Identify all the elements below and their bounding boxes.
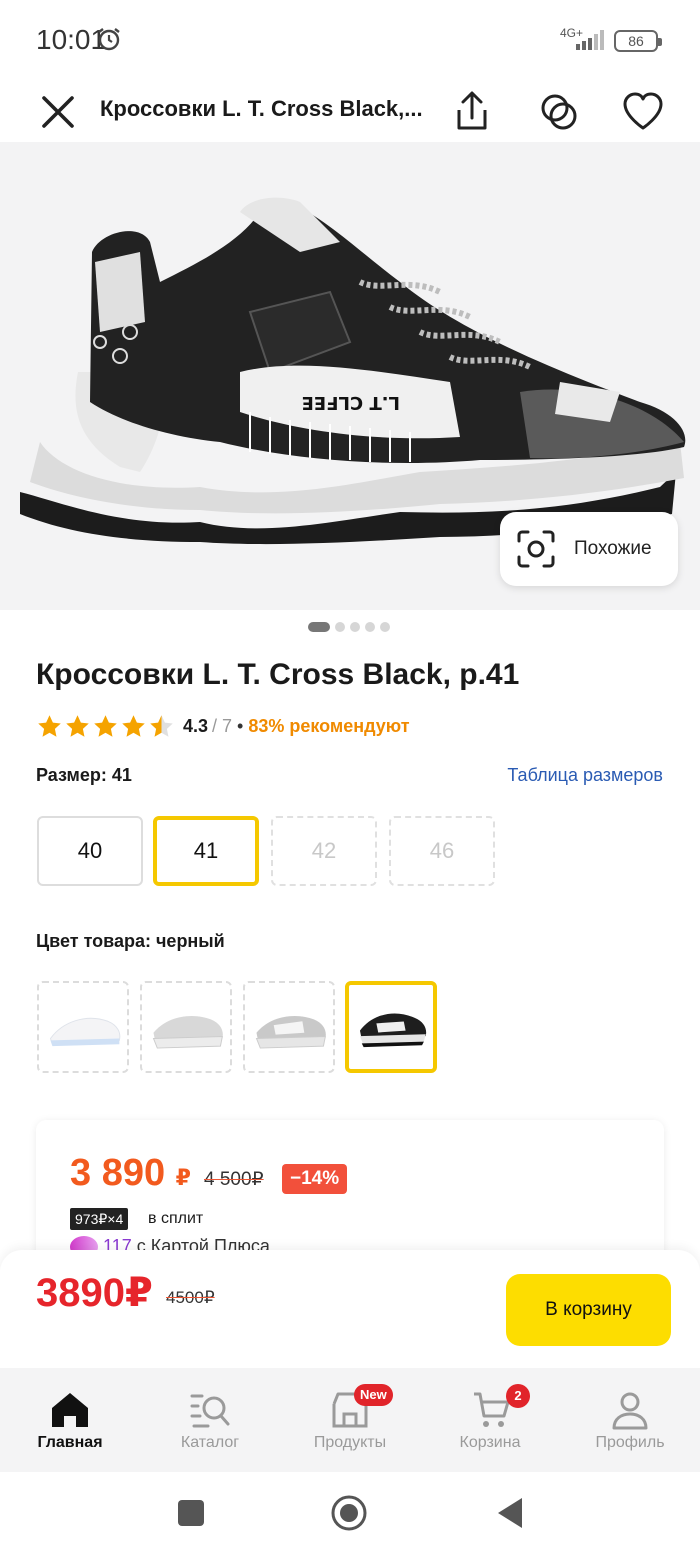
battery-level: 86 <box>628 33 644 49</box>
share-icon[interactable] <box>448 88 496 136</box>
nav-item-home[interactable]: Главная <box>0 1368 140 1472</box>
buy-bar-price: 3890₽ <box>36 1271 153 1315</box>
status-bar: 10:01 4G+ 86 <box>0 0 700 80</box>
size-option-unavailable[interactable]: 42 <box>271 816 377 886</box>
page-title: Кроссовки L. T. Cross Black,... <box>100 96 423 121</box>
bottom-nav: Главная Каталог New Продукты 2 Корзина П… <box>0 1368 700 1472</box>
price-old: 4 500₽ <box>204 1169 264 1190</box>
heart-icon[interactable] <box>619 88 667 136</box>
svg-text:L.T CLFEE: L.T CLFEE <box>302 392 400 413</box>
split-badge[interactable]: 973₽×4 <box>70 1208 129 1230</box>
color-swatch-black[interactable] <box>345 981 437 1073</box>
battery-icon: 86 <box>614 30 662 52</box>
star-icon <box>66 714 89 737</box>
gallery-pagination <box>308 621 390 633</box>
star-half-icon <box>150 714 173 737</box>
price-currency: ₽ <box>175 1165 191 1190</box>
product-gallery[interactable]: L.T CLFEE Похожие <box>0 142 700 610</box>
signal-icon <box>576 30 604 50</box>
buy-bar: 3890₽ 4500₽ В корзину <box>0 1250 700 1368</box>
color-swatch-white[interactable] <box>37 981 129 1073</box>
back-icon[interactable] <box>494 1496 524 1530</box>
pagination-dot[interactable] <box>365 622 375 632</box>
top-bar: Кроссовки L. T. Cross Black,... <box>0 80 700 142</box>
profile-icon <box>612 1392 648 1430</box>
cart-count-badge: 2 <box>506 1384 530 1408</box>
price-main: 3 890 ₽ <box>70 1152 191 1195</box>
pagination-dot[interactable] <box>350 622 360 632</box>
rating-stars <box>36 713 175 740</box>
product-title: Кроссовки L. T. Cross Black, p.41 <box>36 658 520 691</box>
color-label: Цвет товара: черный <box>36 931 225 951</box>
rating-value: 4.3 <box>183 715 209 736</box>
size-label: Размер: 41 <box>36 765 132 785</box>
nav-item-products[interactable]: New Продукты <box>280 1368 420 1472</box>
nav-item-profile[interactable]: Профиль <box>560 1368 700 1472</box>
system-navigation-bar <box>0 1472 700 1556</box>
nav-label: Главная <box>37 1434 103 1451</box>
pagination-dot[interactable] <box>380 622 390 632</box>
close-icon[interactable] <box>36 90 80 134</box>
star-icon <box>38 714 61 737</box>
recents-icon[interactable] <box>176 1498 206 1528</box>
recommend-text: 83% рекомендуют <box>248 715 410 736</box>
nav-label: Корзина <box>459 1434 521 1451</box>
new-badge: New <box>354 1384 393 1406</box>
buy-bar-old-price: 4500₽ <box>166 1288 215 1307</box>
split-text: в сплит <box>148 1210 204 1227</box>
product-rating[interactable]: 4.3 / 7 • 83% рекомендуют <box>36 712 410 740</box>
lens-search-icon <box>517 530 555 568</box>
similar-label: Похожие <box>574 538 652 559</box>
similar-button[interactable]: Похожие <box>500 512 678 586</box>
nav-label: Каталог <box>180 1434 240 1451</box>
catalog-search-icon <box>190 1394 230 1428</box>
home-icon <box>52 1393 88 1427</box>
alarm-icon <box>98 28 120 51</box>
size-table-link[interactable]: Таблица размеров <box>507 765 663 786</box>
price-value: 3 890 <box>70 1152 166 1194</box>
nav-label: Продукты <box>313 1434 387 1451</box>
color-swatch-grey-white[interactable] <box>243 981 335 1073</box>
size-option-unavailable[interactable]: 46 <box>389 816 495 886</box>
compare-icon[interactable] <box>535 88 583 136</box>
star-icon <box>94 714 117 737</box>
add-to-cart-button[interactable]: В корзину <box>506 1274 671 1346</box>
rating-count: / 7 <box>212 715 233 736</box>
size-option-selected[interactable]: 41 <box>153 816 259 886</box>
pagination-dot[interactable] <box>308 622 330 632</box>
discount-badge: −14% <box>282 1164 348 1194</box>
size-option[interactable]: 40 <box>37 816 143 886</box>
nav-label: Профиль <box>595 1434 665 1451</box>
pagination-dot[interactable] <box>335 622 345 632</box>
home-button-icon[interactable] <box>330 1494 368 1532</box>
nav-item-cart[interactable]: 2 Корзина <box>420 1368 560 1472</box>
star-icon <box>122 714 145 737</box>
rating-separator: • <box>237 715 244 736</box>
nav-item-catalog[interactable]: Каталог <box>140 1368 280 1472</box>
color-swatch-grey[interactable] <box>140 981 232 1073</box>
